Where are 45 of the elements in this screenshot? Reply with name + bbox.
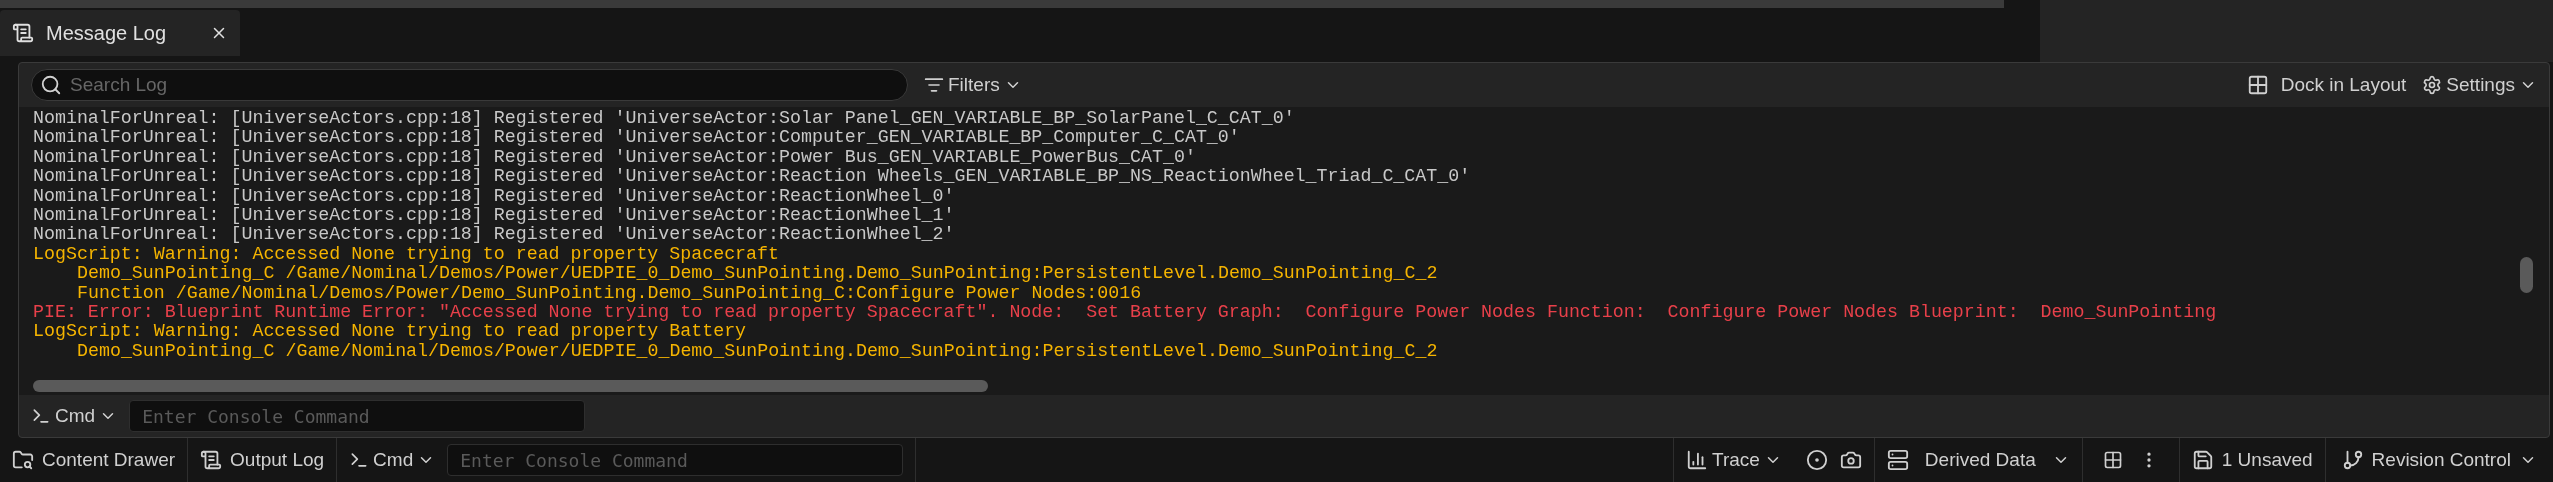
filter-icon	[924, 75, 944, 95]
trace-button[interactable]: Trace	[1673, 438, 1794, 482]
folder-search-icon	[12, 449, 34, 471]
log-line: Function /Game/Nominal/Demos/Power/Demo_SunPointing.Demo_SunPointing_C:Configure Power Nodes:0016	[77, 283, 1142, 304]
unsaved-button[interactable]: 1 Unsaved	[2178, 438, 2325, 482]
save-icon	[2191, 449, 2214, 471]
layout-icon	[2246, 74, 2269, 96]
log-line: NominalForUnreal: [UniverseActors.cpp:18] Registered 'UniverseActor:Solar Panel_GEN_VARIABLE_BP_SolarPanel_C_CAT_0'	[33, 109, 1295, 129]
console-mode-button[interactable]: Cmd	[349, 445, 436, 475]
output-log-button[interactable]: Output Log	[188, 438, 338, 482]
terminal-icon	[31, 406, 51, 426]
search-icon	[40, 74, 62, 96]
scrollbar-thumb[interactable]	[33, 380, 988, 392]
chart-icon	[1686, 449, 1708, 471]
scrollbar-thumb[interactable]	[2520, 257, 2533, 293]
log-line: LogScript: Warning: Accessed None trying to read property Battery	[33, 322, 747, 342]
console-input[interactable]: Enter Console Command	[129, 400, 586, 432]
console-mode-button[interactable]: Cmd	[31, 401, 118, 431]
log-line: NominalForUnreal: [UniverseActors.cpp:18] Registered 'UniverseActor:ReactionWheel_2'	[33, 225, 955, 245]
record-icon[interactable]	[1805, 449, 1828, 471]
camera-icon[interactable]	[1839, 449, 1862, 471]
settings-button[interactable]: Settings	[2422, 70, 2537, 100]
revision-control-button[interactable]: Revision Control	[2324, 438, 2553, 482]
grid-icon[interactable]	[2102, 450, 2123, 470]
dock-in-layout-button[interactable]: Dock in Layout	[2246, 70, 2407, 100]
log-line: PIE: Error: Blueprint Runtime Error: "Accessed None trying to read property Spacecraft". Node: Set Battery Graph: Configure Power Nodes Function: Configure Power Nodes Blueprint: Demo_SunPointing	[33, 303, 2217, 323]
log-line: NominalForUnreal: [UniverseActors.cpp:18] Registered 'UniverseActor:Power Bus_GEN_VARIABLE_PowerBus_CAT_0'	[33, 147, 1196, 168]
log-line: NominalForUnreal: [UniverseActors.cpp:18] Registered 'UniverseActor:Computer_GEN_VARIABLE_BP_Computer_C_CAT_0'	[33, 128, 1240, 148]
log-icon	[200, 449, 223, 471]
log-line: NominalForUnreal: [UniverseActors.cpp:18] Registered 'UniverseActor:ReactionWheel_0'	[33, 186, 955, 207]
log-line: NominalForUnreal: [UniverseActors.cpp:18] Registered 'UniverseActor:ReactionWheel_1'	[33, 206, 955, 226]
settings-icon	[2422, 75, 2443, 95]
server-icon	[1886, 449, 1909, 471]
content-drawer-button[interactable]: Content Drawer	[0, 438, 189, 482]
log-line: NominalForUnreal: [UniverseActors.cpp:18] Registered 'UniverseActor:Reaction Wheels_GEN_VARIABLE_BP_NS_ReactionWheel_Triad_C_CAT_0'	[33, 167, 1471, 187]
log-line: Demo_SunPointing_C /Game/Nominal/Demos/Power/UEDPIE_0_Demo_SunPointing.Demo_SunPointing:PersistentLevel.Demo_SunPointing_C_2	[77, 264, 1438, 284]
log-icon	[12, 22, 34, 44]
derived-data-button[interactable]: Derived Data	[1873, 438, 2082, 482]
log-line: Demo_SunPointing_C /Game/Nominal/Demos/Power/UEDPIE_0_Demo_SunPointing.Demo_SunPointing:PersistentLevel.Demo_SunPointing_C_2	[77, 341, 1438, 362]
tab-title: Message Log	[46, 21, 168, 46]
filters-button[interactable]: Filters	[924, 70, 1022, 100]
message-log-tab[interactable]: Message Log	[0, 10, 240, 56]
console-input[interactable]: Enter Console Command	[447, 444, 904, 476]
log-line: LogScript: Warning: Accessed None trying to read property Spacecraft	[33, 244, 779, 265]
branch-icon	[2341, 449, 2364, 471]
